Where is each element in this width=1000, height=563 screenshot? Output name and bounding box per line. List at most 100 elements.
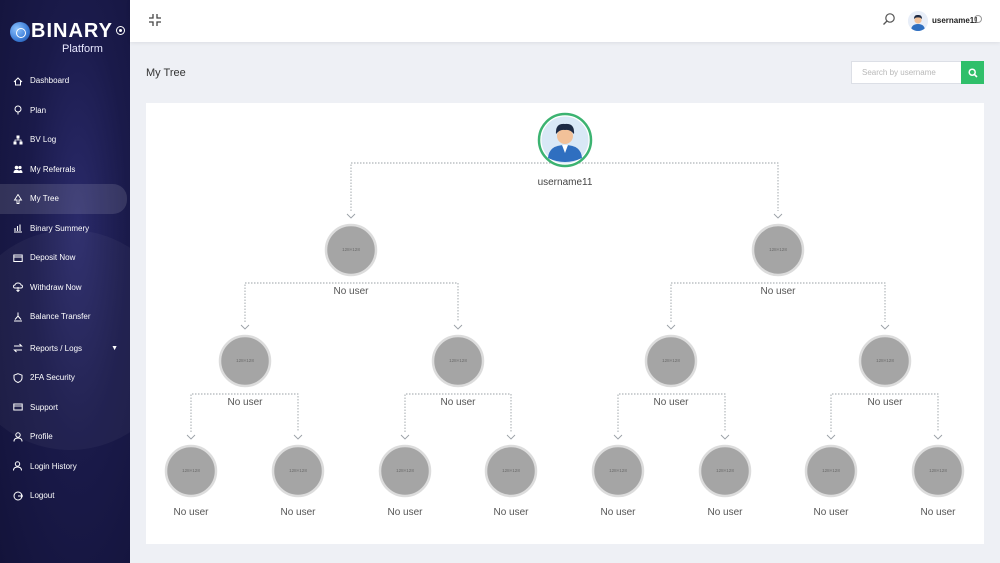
sidebar-item-support[interactable]: Support: [0, 393, 130, 423]
chevron-down-icon: [240, 324, 250, 330]
logo-mark-icon: [10, 22, 30, 42]
chevron-down-icon: [933, 434, 943, 440]
placeholder-text: 128×128: [342, 247, 360, 252]
no-user-label: No user: [600, 507, 636, 518]
sitemap-icon: [13, 135, 23, 145]
placeholder-text: 128×128: [449, 358, 467, 363]
no-user-label: No user: [813, 507, 849, 518]
brand-title: BINARY: [31, 20, 113, 42]
chevron-down-icon: [186, 434, 196, 440]
placeholder-text: 128×128: [716, 468, 734, 473]
chevron-down-icon: [880, 324, 890, 330]
sidebar-item-dashboard[interactable]: Dashboard: [0, 66, 130, 96]
sidebar-item-label: Dashboard: [30, 76, 70, 86]
no-user-label: No user: [440, 397, 476, 408]
chart-icon: [14, 224, 22, 233]
placeholder-text: 128×128: [502, 468, 520, 473]
sidebar-item-withdraw-now[interactable]: Withdraw Now: [0, 273, 130, 303]
chevron-down-icon[interactable]: [974, 15, 982, 23]
placeholder-text: 128×128: [182, 468, 200, 473]
sidebar-item-label: Deposit Now: [30, 253, 76, 263]
no-user-label: No user: [227, 397, 263, 408]
wallet-icon: [13, 254, 23, 262]
sidebar-item-label: My Referrals: [30, 164, 76, 174]
page-title: My Tree: [146, 67, 186, 79]
chevron-down-icon: [666, 324, 676, 330]
sidebar-item-label: BV Log: [30, 135, 57, 145]
chevron-down-icon: [826, 434, 836, 440]
tree-icon: [13, 193, 23, 204]
placeholder-text: 128×128: [236, 358, 254, 363]
collapse-icon[interactable]: [148, 13, 162, 27]
root-username[interactable]: username11: [515, 177, 615, 188]
sidebar-menu: Dashboard Plan BV Log My Referrals My Tree Bi…: [0, 66, 130, 511]
sidebar-item-plan[interactable]: Plan: [0, 96, 130, 126]
transfer-icon: [14, 312, 22, 322]
placeholder-text: 128×128: [876, 358, 894, 363]
no-user-label: No user: [387, 507, 423, 518]
sidebar-item-binary-summery[interactable]: Binary Summery: [0, 214, 130, 244]
no-user-label: No user: [653, 397, 689, 408]
sidebar-item-label: Logout: [30, 491, 55, 501]
bulb-icon: [14, 105, 22, 115]
chevron-down-icon: [453, 324, 463, 330]
user-menu-username[interactable]: username11: [932, 16, 978, 25]
sidebar-item-label: Profile: [30, 432, 53, 442]
search-input[interactable]: [851, 61, 962, 84]
sidebar-item-deposit-now[interactable]: Deposit Now: [0, 243, 130, 273]
withdraw-icon: [13, 282, 23, 293]
chevron-down-icon: [400, 434, 410, 440]
sidebar-item-reports-logs[interactable]: Reports / Logs ▼: [0, 334, 130, 364]
sidebar: BINARY Platform Dashboard Plan BV Log My Re…: [0, 0, 130, 563]
topbar: username11: [130, 0, 1000, 42]
brand-subtitle: Platform: [62, 43, 103, 55]
logout-icon: [13, 491, 23, 501]
sidebar-item-label: My Tree: [30, 194, 59, 204]
search-button[interactable]: [961, 61, 984, 84]
user-clock-icon: [13, 461, 22, 471]
placeholder-text: 128×128: [929, 468, 947, 473]
sidebar-item-label: Reports / Logs: [30, 343, 83, 353]
sidebar-item-profile[interactable]: Profile: [0, 422, 130, 452]
brand-logo[interactable]: BINARY Platform: [10, 18, 130, 58]
sidebar-item-2fa-security[interactable]: 2FA Security: [0, 363, 130, 393]
chevron-down-icon: ▼: [111, 344, 118, 352]
sidebar-item-label: Support: [30, 402, 59, 412]
chevron-down-icon: [773, 213, 783, 219]
search-icon[interactable]: [882, 12, 896, 26]
sidebar-item-login-history[interactable]: Login History: [0, 452, 130, 482]
sidebar-item-logout[interactable]: Logout: [0, 481, 130, 511]
chevron-down-icon: [346, 213, 356, 219]
home-icon: [13, 77, 23, 86]
no-user-label: No user: [707, 507, 743, 518]
sidebar-item-my-tree[interactable]: My Tree: [0, 184, 127, 214]
placeholder-text: 128×128: [769, 247, 787, 252]
sidebar-item-balance-transfer[interactable]: Balance Transfer: [0, 302, 130, 332]
sidebar-toggle-icon[interactable]: [116, 26, 125, 35]
chevron-down-icon: [293, 434, 303, 440]
placeholder-text: 128×128: [396, 468, 414, 473]
ticket-icon: [13, 403, 23, 411]
no-user-label: No user: [867, 397, 903, 408]
shield-icon: [13, 372, 23, 383]
no-user-label: No user: [173, 507, 209, 518]
no-user-label: No user: [920, 507, 956, 518]
search-icon: [967, 67, 978, 78]
user-icon: [13, 432, 23, 442]
no-user-label: No user: [760, 286, 796, 297]
placeholder-text: 128×128: [289, 468, 307, 473]
chevron-down-icon: [720, 434, 730, 440]
placeholder-text: 128×128: [662, 358, 680, 363]
chevron-down-icon: [506, 434, 516, 440]
placeholder-text: 128×128: [609, 468, 627, 473]
tree-card: username11 128×128 No user 128×128 No user 12…: [146, 103, 984, 544]
sidebar-item-label: Login History: [30, 461, 77, 471]
sidebar-item-label: 2FA Security: [30, 373, 75, 383]
chevron-down-icon: [613, 434, 623, 440]
sidebar-item-my-referrals[interactable]: My Referrals: [0, 155, 130, 185]
avatar[interactable]: [908, 11, 928, 31]
sidebar-item-label: Withdraw Now: [30, 282, 82, 292]
no-user-label: No user: [333, 286, 369, 297]
sidebar-item-label: Plan: [30, 105, 47, 115]
sidebar-item-bv-log[interactable]: BV Log: [0, 125, 130, 155]
